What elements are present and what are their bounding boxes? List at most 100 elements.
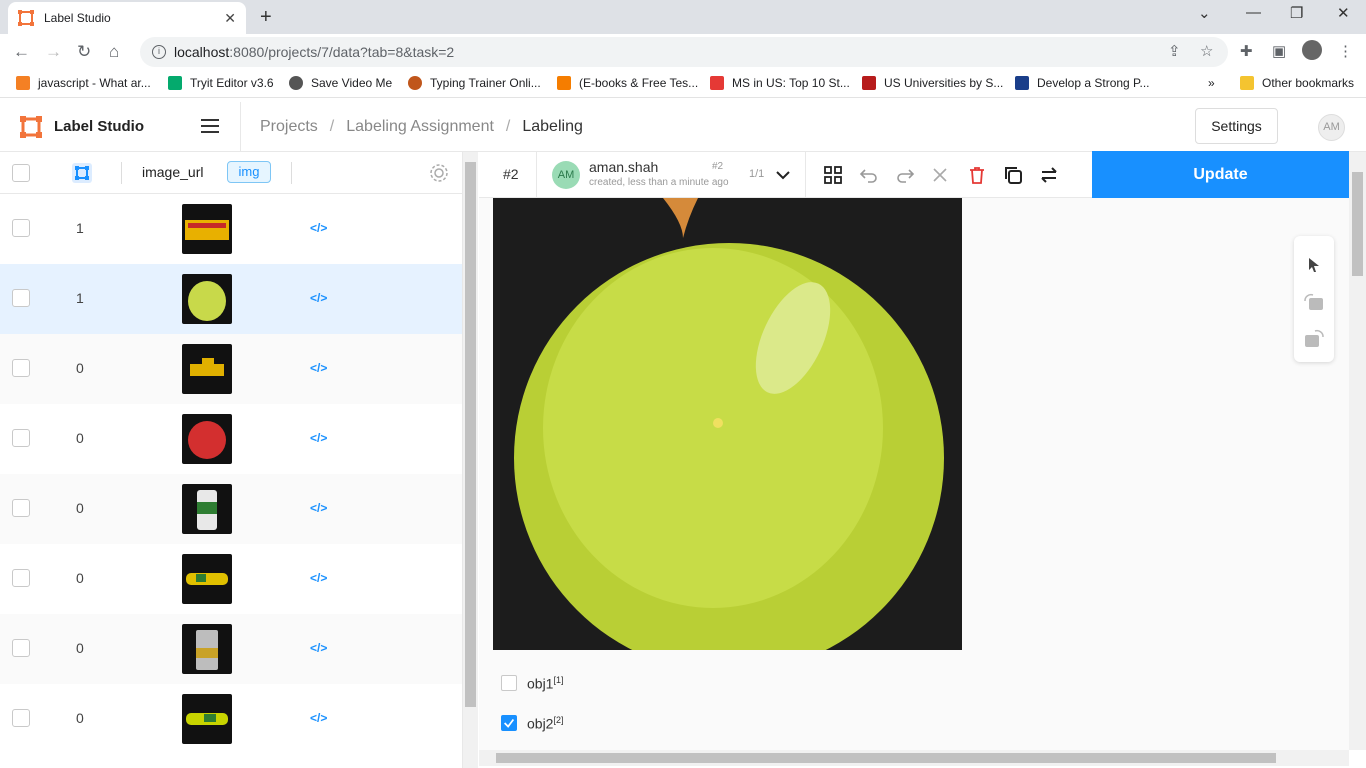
grid-view-icon[interactable] (823, 165, 843, 185)
new-tab-icon[interactable]: + (260, 6, 272, 29)
pointer-icon[interactable] (1305, 256, 1323, 274)
forward-icon[interactable]: → (45, 42, 62, 62)
annotator-avatar: AM (552, 161, 580, 189)
annotation-created: created, less than a minute ago (589, 177, 729, 188)
globe-icon (289, 76, 303, 90)
image-thumbnail (182, 344, 232, 394)
browser-tab[interactable]: Label Studio ✕ (8, 2, 246, 34)
home-icon[interactable]: ⌂ (109, 42, 119, 62)
code-icon[interactable]: </> (310, 571, 327, 585)
url-path: :8080/projects/7/data?tab=8&task=2 (229, 44, 455, 60)
share-icon[interactable]: ⇪ (1168, 42, 1181, 60)
table-row[interactable]: 1 </> (0, 194, 462, 264)
choice-label: obj2[2] (527, 715, 564, 732)
back-icon[interactable]: ← (13, 42, 30, 62)
more-bookmarks-button[interactable]: » (1208, 76, 1215, 90)
breadcrumb-project[interactable]: Labeling Assignment (346, 118, 494, 136)
toolbar-divider (805, 152, 806, 198)
profile-avatar[interactable] (1302, 40, 1322, 60)
row-checkbox[interactable] (12, 709, 30, 727)
bookmark-star-icon[interactable]: ☆ (1200, 42, 1213, 60)
table-row[interactable]: 0 </> (0, 404, 462, 474)
table-scrollbar[interactable] (463, 152, 478, 768)
site-info-icon[interactable]: i (152, 45, 166, 59)
choice-obj1[interactable]: obj1[1] (501, 675, 563, 692)
bookmark-item[interactable]: Develop a Strong P... (1015, 76, 1150, 90)
copy-icon[interactable] (1003, 165, 1023, 185)
blogger-icon (557, 76, 571, 90)
extensions-icon[interactable]: ✚ (1240, 42, 1253, 60)
label-studio-logo-icon[interactable] (20, 116, 42, 138)
swap-icon[interactable] (1039, 165, 1059, 185)
table-header: image_url img (0, 152, 462, 194)
bookmark-item[interactable]: Tryit Editor v3.6 (168, 76, 274, 90)
restore-icon[interactable]: ❐ (1290, 4, 1303, 22)
choice-checkbox[interactable] (501, 715, 517, 732)
rotate-right-icon[interactable] (1303, 329, 1325, 349)
id-column-icon[interactable] (72, 163, 92, 183)
row-checkbox[interactable] (12, 639, 30, 657)
breadcrumb-projects[interactable]: Projects (260, 118, 318, 136)
menu-icon[interactable] (201, 119, 219, 133)
address-bar[interactable]: i localhost:8080/projects/7/data?tab=8&t… (140, 37, 1228, 67)
select-all-checkbox[interactable] (12, 164, 30, 182)
trash-icon[interactable] (967, 165, 987, 185)
clear-icon[interactable] (930, 165, 950, 185)
code-icon[interactable]: </> (310, 221, 327, 235)
canvas-scrollbar[interactable] (1349, 152, 1366, 750)
table-row[interactable]: 0 </> (0, 334, 462, 404)
other-bookmarks-folder[interactable]: Other bookmarks (1240, 76, 1354, 90)
table-row[interactable]: 1 </> (0, 264, 462, 334)
code-icon[interactable]: </> (310, 431, 327, 445)
row-checkbox[interactable] (12, 219, 30, 237)
breadcrumb-separator: / (329, 118, 335, 135)
choice-obj2[interactable]: obj2[2] (501, 715, 563, 732)
row-checkbox[interactable] (12, 289, 30, 307)
scrollbar-thumb[interactable] (496, 753, 1276, 763)
task-image[interactable] (493, 198, 962, 650)
tab-close-icon[interactable]: ✕ (224, 10, 236, 27)
code-icon[interactable]: </> (310, 501, 327, 515)
image-thumbnail (182, 414, 232, 464)
row-checkbox[interactable] (12, 359, 30, 377)
bookmark-item[interactable]: US Universities by S... (862, 76, 1003, 90)
chevron-down-icon[interactable] (773, 165, 793, 185)
scrollbar-thumb[interactable] (1352, 172, 1363, 276)
choice-checkbox[interactable] (501, 675, 517, 692)
code-icon[interactable]: </> (310, 291, 327, 305)
row-checkbox[interactable] (12, 569, 30, 587)
bookmark-item[interactable]: (E-books & Free Tes... (557, 76, 698, 90)
image-tools-panel (1294, 236, 1334, 362)
annotation-count: 0 (76, 360, 84, 376)
tab-search-icon[interactable]: ⌄ (1198, 4, 1211, 22)
settings-button[interactable]: Settings (1195, 108, 1278, 144)
chrome-menu-icon[interactable]: ⋮ (1338, 42, 1353, 60)
canvas-horizontal-scrollbar[interactable] (479, 750, 1349, 766)
code-icon[interactable]: </> (310, 711, 327, 725)
bookmark-item[interactable]: Typing Trainer Onli... (408, 76, 541, 90)
row-checkbox[interactable] (12, 429, 30, 447)
rotate-left-icon[interactable] (1303, 293, 1325, 313)
table-row[interactable]: 0 </> (0, 544, 462, 614)
undo-icon[interactable] (859, 165, 879, 185)
code-icon[interactable]: </> (310, 641, 327, 655)
minimize-icon[interactable]: — (1246, 4, 1261, 21)
reload-icon[interactable]: ↻ (77, 42, 91, 62)
user-avatar[interactable]: AM (1318, 114, 1345, 141)
table-row[interactable]: 0 </> (0, 474, 462, 544)
scrollbar-thumb[interactable] (465, 162, 476, 707)
update-button[interactable]: Update (1092, 151, 1349, 198)
bookmark-item[interactable]: Save Video Me (289, 76, 392, 90)
redo-icon[interactable] (895, 165, 915, 185)
column-header-image-url[interactable]: image_url (142, 164, 203, 180)
g-icon (710, 76, 724, 90)
table-row[interactable]: 0 </> (0, 614, 462, 684)
table-row[interactable]: 0 </> (0, 684, 462, 754)
gear-icon[interactable] (428, 162, 450, 184)
code-icon[interactable]: </> (310, 361, 327, 375)
bookmark-item[interactable]: javascript - What ar... (16, 76, 151, 90)
row-checkbox[interactable] (12, 499, 30, 517)
side-panel-icon[interactable]: ▣ (1272, 42, 1286, 60)
close-window-icon[interactable]: ✕ (1337, 4, 1350, 22)
bookmark-item[interactable]: MS in US: Top 10 St... (710, 76, 850, 90)
